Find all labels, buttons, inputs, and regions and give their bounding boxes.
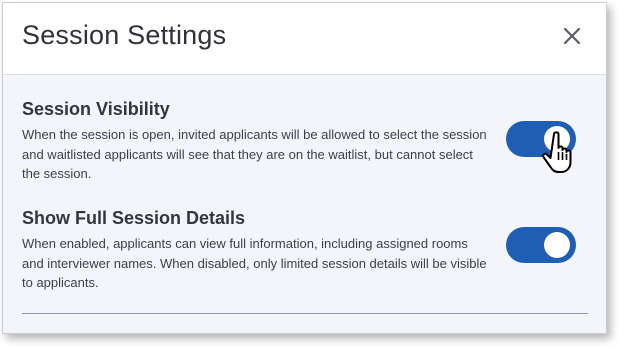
session-visibility-toggle[interactable] (506, 121, 576, 157)
close-button[interactable] (560, 24, 584, 48)
setting-title: Show Full Session Details (22, 208, 246, 228)
toggle-knob (544, 126, 570, 152)
dialog-title: Session Settings (22, 20, 227, 50)
session-settings-dialog: Session Settings Session Visibility When… (2, 2, 607, 334)
toggle-knob (544, 232, 570, 258)
setting-description: When enabled, applicants can view full i… (22, 236, 487, 290)
close-icon (563, 27, 581, 45)
setting-description: When the session is open, invited applic… (22, 127, 487, 181)
screenshot-frame: Session Settings Session Visibility When… (0, 0, 624, 349)
dialog-header: Session Settings (3, 3, 606, 75)
setting-title: Session Visibility (22, 99, 170, 119)
divider (22, 313, 588, 314)
show-full-details-toggle[interactable] (506, 227, 576, 263)
